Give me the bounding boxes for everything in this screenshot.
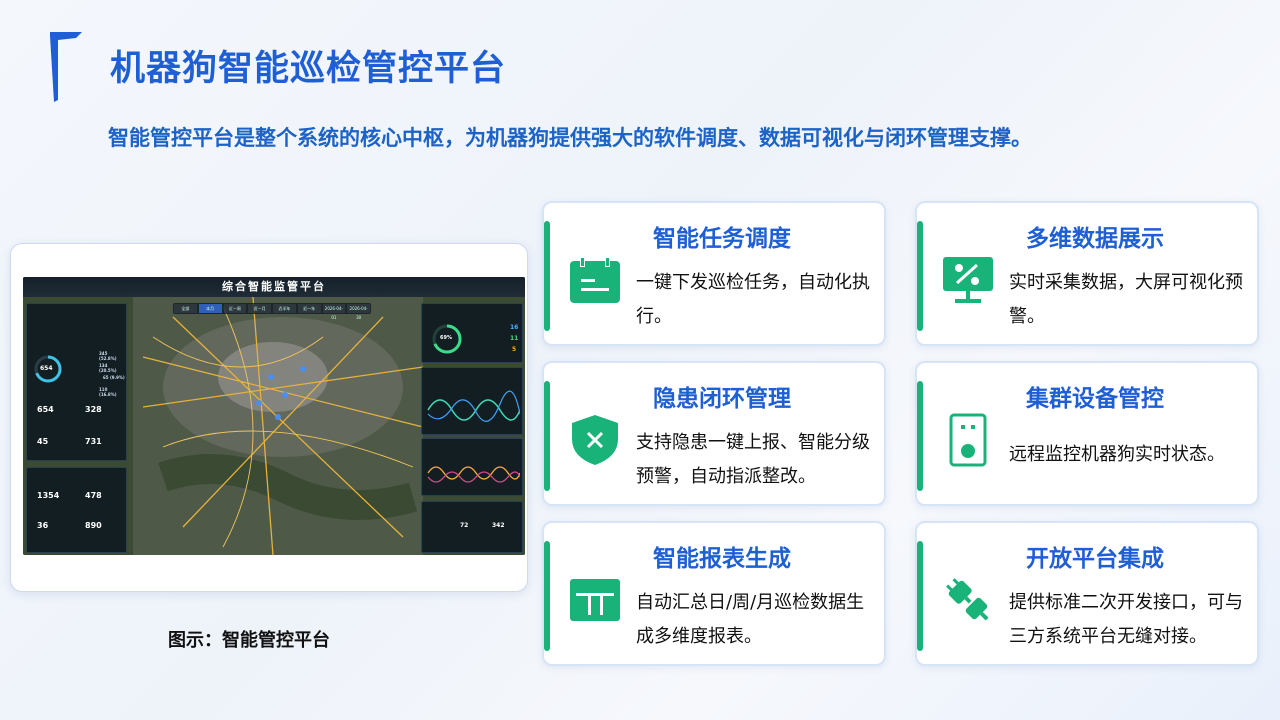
stat-value: 654 (37, 405, 54, 414)
feature-card-open-platform: 开放平台集成 提供标准二次开发接口，可与三方系统平台无缝对接。 (915, 521, 1259, 666)
stat-value: 478 (85, 491, 102, 500)
right-panel-chart-2 (421, 438, 523, 496)
card-title: 隐患闭环管理 (653, 386, 791, 412)
left-panel-bottom: 1354 478 36 890 (26, 467, 127, 553)
card-description: 支持隐患一键上报、智能分级预警，自动指派整改。 (636, 432, 870, 487)
stat-value: 890 (85, 521, 102, 530)
dashboard-tabs: 全部 本月 近一周 近一月 近半年 近一年 2026-04-01 2026-04… (173, 303, 371, 320)
right-panel-gauge: 69% 16 11 5 (421, 303, 523, 363)
card-title: 智能报表生成 (653, 546, 791, 572)
stat-value: 72 (460, 522, 469, 529)
stat-value: 36 (37, 521, 49, 530)
task-count: 5 (512, 346, 517, 353)
dashboard-title: 综合智能监管平台 (23, 277, 525, 297)
card-description: 自动汇总日/周/月巡检数据生成多维度报表。 (636, 592, 865, 647)
feature-card-report-generation: 智能报表生成 自动汇总日/周/月巡检数据生成多维度报表。 (542, 521, 886, 666)
legend-item: 345 (52.8%) (99, 351, 117, 361)
stat-value: 731 (85, 437, 102, 446)
page-title: 机器狗智能巡检管控平台 (110, 49, 507, 89)
right-panel-chart-1 (421, 367, 523, 435)
monitor-icon (943, 257, 993, 303)
dashboard-tab[interactable]: 全部 (174, 304, 197, 313)
page-subtitle: 智能管控平台是整个系统的核心中枢，为机器狗提供强大的软件调度、数据可视化与闭环管… (108, 126, 1032, 150)
stat-value: 342 (492, 522, 505, 529)
stat-value: 45 (37, 437, 49, 446)
corner-bracket-icon (50, 32, 82, 102)
card-description: 一键下发巡检任务，自动化执行。 (636, 272, 870, 327)
task-count: 11 (510, 335, 519, 342)
wave-chart (427, 390, 520, 422)
calendar-icon (570, 255, 620, 303)
plug-icon (946, 578, 989, 621)
stat-value: 328 (85, 405, 102, 414)
legend-item: 65 (9.9%) (103, 375, 125, 380)
dashboard-tab[interactable]: 2026-04-01 (322, 304, 346, 320)
dashboard-tab[interactable]: 近一周 (223, 304, 247, 313)
legend-item: 110 (16.8%) (99, 387, 117, 397)
legend-item: 134 (20.5%) (99, 363, 117, 373)
card-title: 开放平台集成 (1026, 546, 1164, 572)
stat-value: 1354 (37, 491, 60, 500)
card-description: 远程监控机器狗实时状态。 (1009, 444, 1225, 465)
feature-card-task-scheduling: 智能任务调度 一键下发巡检任务，自动化执行。 (542, 201, 886, 346)
card-description: 实时采集数据，大屏可视化预警。 (1009, 272, 1243, 327)
table-icon (570, 579, 620, 621)
card-title: 多维数据展示 (1026, 226, 1164, 252)
gauge-percent: 69% (440, 335, 452, 341)
device-icon (949, 413, 987, 467)
dashboard-screenshot: 综合智能监管平台 全部 本月 近一周 近一月 近半年 近一年 2026-04-0… (23, 277, 525, 555)
dashboard-tab[interactable]: 近一年 (297, 304, 321, 313)
left-panel-top: 654 345 (52.8%) 134 (20.5%) 65 (9.9%) 11… (26, 303, 127, 461)
task-count: 16 (510, 324, 519, 331)
screenshot-frame: 综合智能监管平台 全部 本月 近一周 近一月 近半年 近一年 2026-04-0… (10, 243, 528, 592)
dashboard-tab[interactable]: 近半年 (273, 304, 296, 313)
card-description: 提供标准二次开发接口，可与三方系统平台无缝对接。 (1009, 592, 1243, 647)
gauge-value: 654 (40, 365, 53, 372)
feature-card-hazard-management: 隐患闭环管理 支持隐患一键上报、智能分级预警，自动指派整改。 (542, 361, 886, 506)
wave-chart (427, 466, 520, 483)
dashboard-tab[interactable]: 近一月 (248, 304, 271, 313)
card-title: 集群设备管控 (1026, 386, 1164, 412)
right-panel-bottom: 72 342 (421, 501, 523, 553)
feature-card-device-control: 集群设备管控 远程监控机器狗实时状态。 (915, 361, 1259, 506)
screenshot-caption: 图示：智能管控平台 (168, 630, 330, 651)
shield-icon (572, 415, 618, 465)
card-title: 智能任务调度 (653, 226, 791, 252)
dashboard-tab[interactable]: 本月 (198, 304, 222, 313)
dashboard-tab[interactable]: 2026-04-30 (347, 304, 370, 320)
feature-card-data-display: 多维数据展示 实时采集数据，大屏可视化预警。 (915, 201, 1259, 346)
